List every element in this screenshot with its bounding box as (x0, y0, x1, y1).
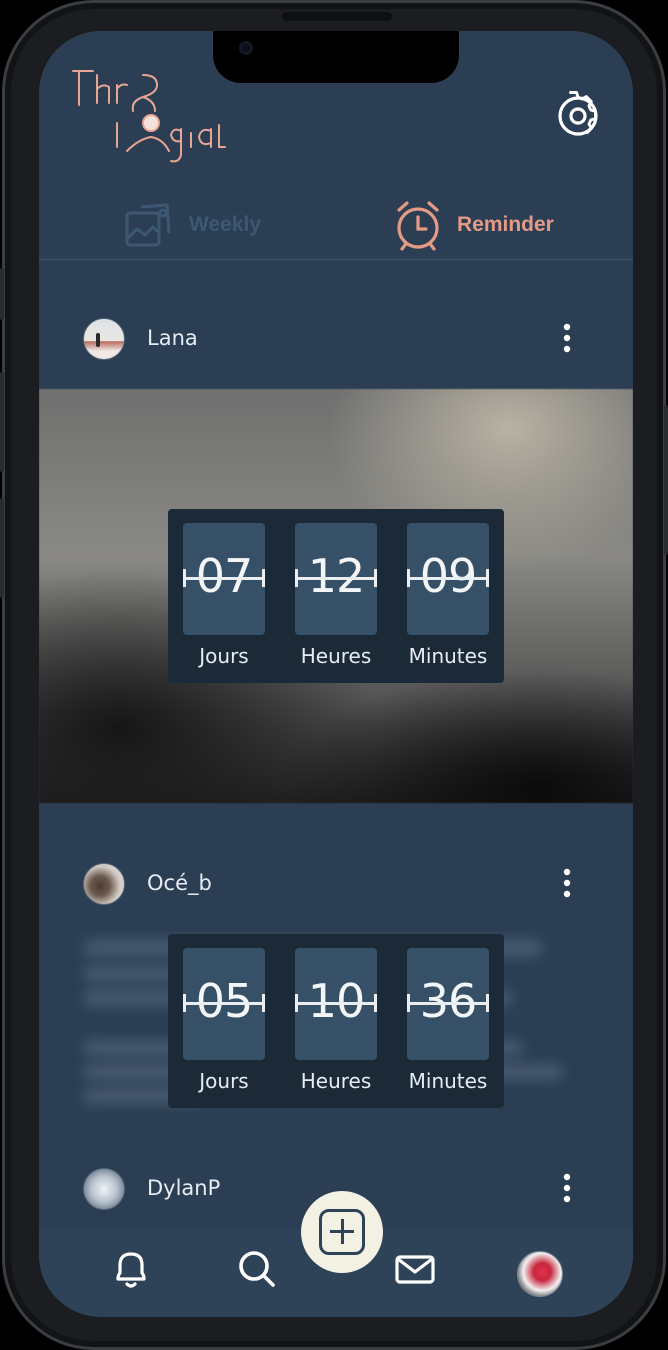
profile-avatar[interactable] (517, 1251, 563, 1297)
tab-weekly[interactable]: Weekly (123, 191, 261, 259)
flip-tick (295, 569, 298, 587)
flip-tick (262, 994, 265, 1012)
flip-divider (295, 1002, 377, 1005)
post-header: Lana (39, 308, 633, 368)
flip-card: 36 (407, 948, 489, 1060)
countdown-days: 07 Jours (183, 523, 265, 668)
flip-divider (407, 577, 489, 580)
flip-tick (374, 994, 377, 1012)
hours-label: Heures (300, 644, 372, 668)
mail-icon[interactable] (393, 1247, 437, 1291)
side-button (0, 268, 4, 320)
minutes-label: Minutes (408, 1069, 488, 1093)
flip-tick (407, 994, 410, 1012)
flip-tick (407, 569, 410, 587)
flip-tick (183, 569, 186, 587)
countdown-hours: 10 Heures (295, 948, 377, 1093)
countdown-hours: 12 Heures (295, 523, 377, 668)
alarm-clock-icon (397, 201, 439, 251)
days-value: 05 (195, 974, 254, 1028)
flip-card: 05 (183, 948, 265, 1060)
power-button (664, 405, 668, 555)
minutes-value: 09 (419, 549, 478, 603)
post-header: Océ_b (39, 853, 633, 913)
add-post-button[interactable] (301, 1191, 383, 1273)
flip-tick (486, 994, 489, 1012)
minutes-label: Minutes (408, 644, 488, 668)
tab-reminder-label: Reminder (457, 213, 554, 236)
hours-value: 10 (307, 974, 366, 1028)
flip-divider (183, 1002, 265, 1005)
app-logo (72, 70, 226, 163)
flip-tick (262, 569, 265, 587)
more-options-icon[interactable] (555, 322, 579, 354)
flip-card: 12 (295, 523, 377, 635)
countdown-minutes: 09 Minutes (407, 523, 489, 668)
avatar[interactable] (83, 863, 125, 905)
minutes-value: 36 (419, 974, 478, 1028)
post-username[interactable]: DylanP (147, 1176, 220, 1200)
flip-tick (374, 569, 377, 587)
tab-reminder[interactable]: Reminder (393, 191, 554, 259)
landscape-photo-icon (125, 203, 171, 247)
hours-value: 12 (307, 549, 366, 603)
app-screen: Weekly Reminder Lana 07 Jours 12 Heures … (39, 31, 633, 1317)
avatar[interactable] (83, 318, 125, 360)
avatar[interactable] (83, 1168, 125, 1210)
hours-label: Heures (300, 1069, 372, 1093)
notch (213, 31, 459, 83)
tab-bar: Weekly Reminder (39, 191, 633, 260)
flip-divider (183, 577, 265, 580)
flip-tick (183, 994, 186, 1012)
flip-card: 07 (183, 523, 265, 635)
more-options-icon[interactable] (555, 1172, 579, 1204)
phone-frame: Weekly Reminder Lana 07 Jours 12 Heures … (0, 0, 668, 1350)
days-label: Jours (199, 644, 249, 668)
front-camera (239, 41, 253, 55)
flip-card: 10 (295, 948, 377, 1060)
settings-gear-icon[interactable] (553, 91, 603, 141)
side-button (0, 372, 4, 472)
post-username[interactable]: Océ_b (147, 871, 212, 895)
plus-icon (341, 1219, 344, 1244)
flip-tick (295, 994, 298, 1012)
countdown-timer: 05 Jours 10 Heures 36 Minutes (168, 934, 504, 1108)
more-options-icon[interactable] (555, 867, 579, 899)
flip-tick (486, 569, 489, 587)
flip-divider (295, 577, 377, 580)
search-icon[interactable] (235, 1247, 279, 1291)
days-label: Jours (199, 1069, 249, 1093)
countdown-minutes: 36 Minutes (407, 948, 489, 1093)
bell-icon[interactable] (109, 1247, 153, 1291)
countdown-timer: 07 Jours 12 Heures 09 Minutes (168, 509, 504, 683)
countdown-days: 05 Jours (183, 948, 265, 1093)
tab-weekly-label: Weekly (189, 213, 261, 236)
speaker-grille (282, 12, 392, 21)
side-button (0, 498, 4, 598)
flip-divider (407, 1002, 489, 1005)
post-username[interactable]: Lana (147, 326, 198, 350)
days-value: 07 (195, 549, 254, 603)
flip-card: 09 (407, 523, 489, 635)
